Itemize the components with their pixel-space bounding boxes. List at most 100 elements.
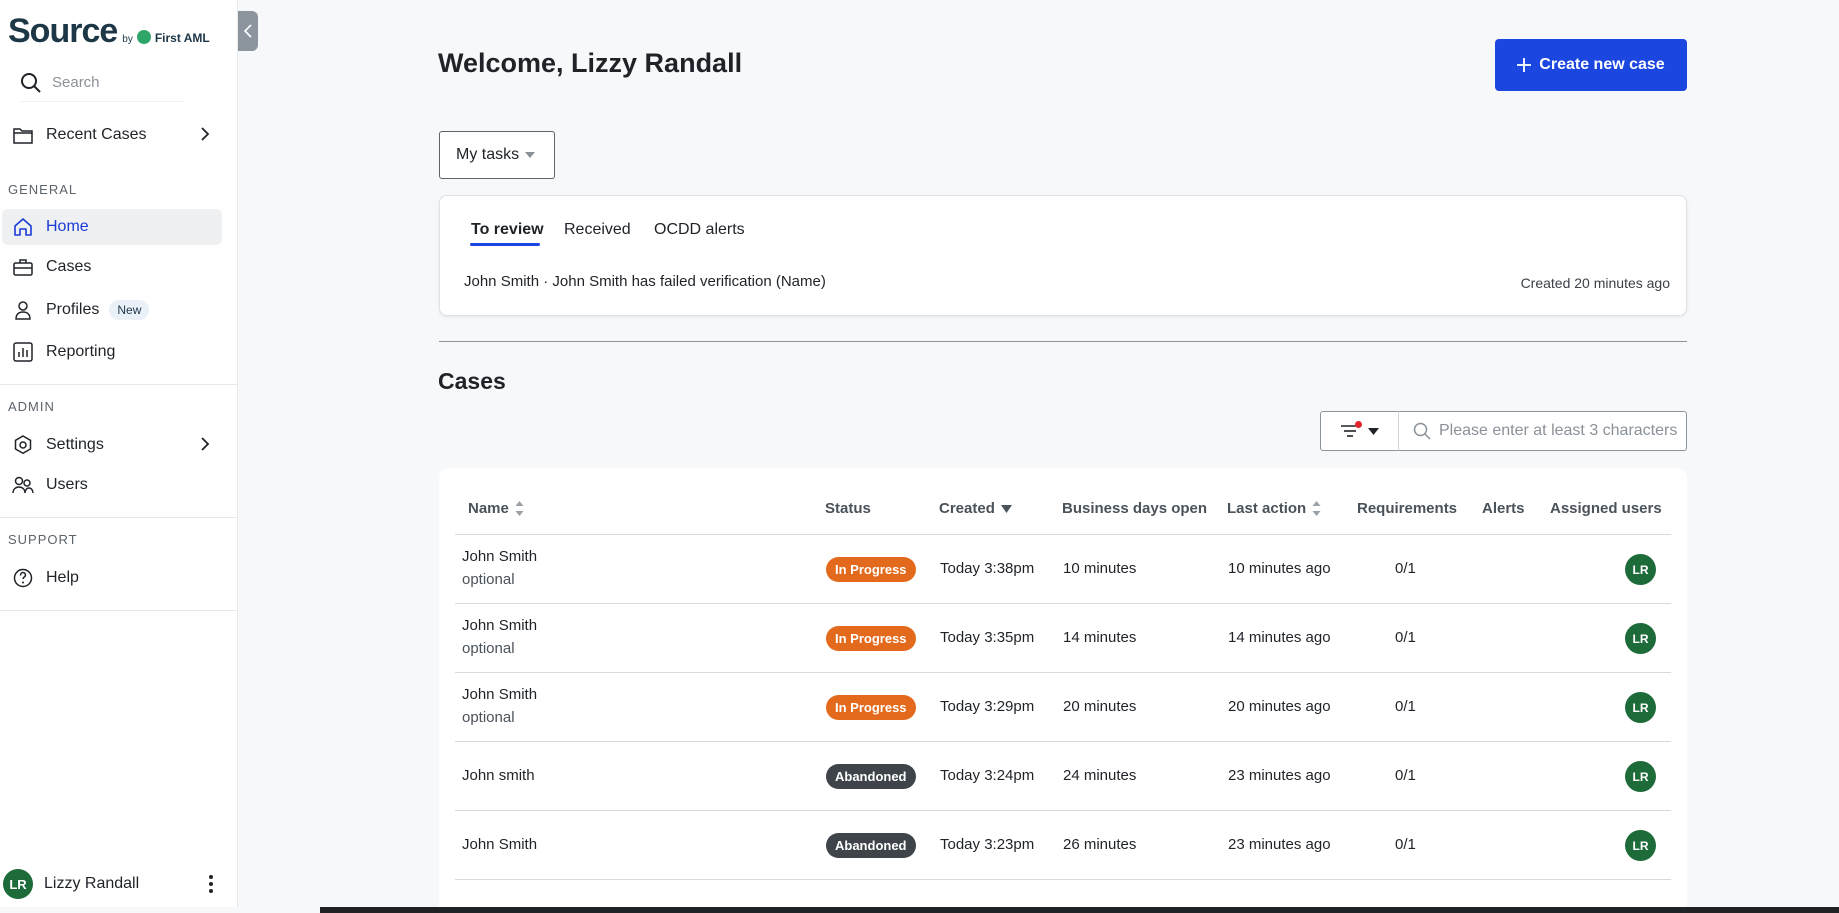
tab-received[interactable]: Received xyxy=(564,221,631,239)
cases-table: Name Status Created Business days open L… xyxy=(439,468,1687,913)
case-name[interactable]: John Smith xyxy=(462,548,537,565)
filter-active-dot xyxy=(1355,421,1362,428)
sidebar-item-label: Settings xyxy=(46,436,104,453)
sidebar-divider xyxy=(0,517,238,518)
column-header-business-days-open: Business days open xyxy=(1062,500,1207,517)
active-tab-indicator xyxy=(470,243,540,246)
section-label-admin: ADMIN xyxy=(8,399,55,414)
table-row[interactable]: John Smith optional In Progress Today 3:… xyxy=(455,535,1671,604)
task-item[interactable]: John Smith · John Smith has failed verif… xyxy=(464,273,826,290)
case-name[interactable]: John Smith xyxy=(462,836,537,853)
sidebar-item-label: Users xyxy=(46,476,88,493)
folder-icon xyxy=(12,124,34,146)
case-requirements: 0/1 xyxy=(1395,836,1416,853)
gear-icon xyxy=(12,434,34,456)
case-requirements: 0/1 xyxy=(1395,698,1416,715)
filter-button[interactable] xyxy=(1320,411,1399,451)
users-icon xyxy=(12,474,34,496)
case-name[interactable]: John Smith xyxy=(462,686,537,703)
user-name: Lizzy Randall xyxy=(44,875,140,892)
case-name[interactable]: John smith xyxy=(462,767,535,784)
sidebar-item-label: Profiles xyxy=(46,301,100,318)
case-days-open: 14 minutes xyxy=(1063,629,1137,646)
column-header-created[interactable]: Created xyxy=(939,500,1012,517)
page-title: Welcome, Lizzy Randall xyxy=(438,48,743,78)
table-row[interactable]: John Smith Abandoned Today 3:23pm 26 min… xyxy=(455,811,1671,880)
current-user[interactable]: LR Lizzy Randall xyxy=(3,868,223,900)
task-name: John Smith xyxy=(464,273,540,290)
column-header-label: Assigned users xyxy=(1550,500,1662,517)
cases-search-input[interactable] xyxy=(1439,422,1684,440)
sidebar-collapse-button[interactable] xyxy=(238,11,258,51)
case-days-open: 24 minutes xyxy=(1063,767,1137,784)
status-badge: In Progress xyxy=(826,557,916,582)
sidebar-item-label: Cases xyxy=(46,258,92,275)
report-chart-icon xyxy=(12,341,34,363)
chevron-left-icon xyxy=(244,24,252,38)
sidebar-divider xyxy=(0,384,238,385)
case-created: Today 3:35pm xyxy=(940,629,1035,646)
sort-icon xyxy=(1312,501,1321,516)
status-badge: Abandoned xyxy=(826,764,916,789)
home-icon xyxy=(12,216,34,238)
tab-ocdd-alerts[interactable]: OCDD alerts xyxy=(654,221,745,239)
table-row[interactable]: John smith Abandoned Today 3:24pm 24 min… xyxy=(455,742,1671,811)
caret-down-icon xyxy=(1368,427,1379,435)
sidebar-search[interactable] xyxy=(20,64,185,102)
search-icon xyxy=(21,72,41,93)
sort-icon xyxy=(515,501,524,516)
case-subtitle: optional xyxy=(462,571,515,588)
logo-source: Source xyxy=(8,12,118,50)
sidebar-item-reporting[interactable]: Reporting xyxy=(2,334,222,370)
chevron-right-icon xyxy=(200,436,210,457)
case-subtitle: optional xyxy=(462,709,515,726)
sidebar-item-cases[interactable]: Cases xyxy=(2,249,222,285)
tab-to-review[interactable]: To review xyxy=(471,221,544,239)
avatar: LR xyxy=(1625,623,1656,654)
briefcase-icon xyxy=(12,256,34,278)
chevron-right-icon xyxy=(200,126,210,147)
case-name[interactable]: John Smith xyxy=(462,617,537,634)
task-message: John Smith has failed verification (Name… xyxy=(552,273,826,290)
my-tasks-dropdown[interactable]: My tasks xyxy=(439,131,555,179)
sidebar-item-recent-cases[interactable]: Recent Cases xyxy=(2,117,222,153)
avatar: LR xyxy=(1625,830,1656,861)
column-header-alerts: Alerts xyxy=(1482,500,1525,517)
first-aml-logo-icon xyxy=(136,30,151,44)
create-new-case-button[interactable]: Create new case xyxy=(1495,39,1687,91)
cases-search[interactable] xyxy=(1398,411,1687,451)
sidebar-search-input[interactable] xyxy=(52,74,182,91)
case-last-action: 20 minutes ago xyxy=(1228,698,1331,715)
case-requirements: 0/1 xyxy=(1395,767,1416,784)
help-circle-icon xyxy=(12,567,34,589)
column-header-name[interactable]: Name xyxy=(468,500,524,517)
sidebar-item-profiles[interactable]: Profiles New xyxy=(2,292,222,328)
sidebar-item-label: Reporting xyxy=(46,343,116,360)
table-row[interactable]: John Smith optional In Progress Today 3:… xyxy=(455,604,1671,673)
column-header-label: Requirements xyxy=(1357,500,1458,517)
status-badge: In Progress xyxy=(826,695,916,720)
sidebar-item-label: Home xyxy=(46,218,89,235)
avatar: LR xyxy=(3,869,33,899)
sidebar-item-home[interactable]: Home xyxy=(2,209,222,245)
case-requirements: 0/1 xyxy=(1395,560,1416,577)
case-requirements: 0/1 xyxy=(1395,629,1416,646)
sidebar-item-label: Help xyxy=(46,569,79,586)
caret-down-icon xyxy=(525,152,536,158)
task-created-time: Created 20 minutes ago xyxy=(1520,275,1670,291)
column-header-requirements: Requirements xyxy=(1357,500,1457,517)
kebab-menu-icon[interactable] xyxy=(201,872,221,896)
column-header-last-action[interactable]: Last action xyxy=(1227,500,1321,517)
cases-title: Cases xyxy=(438,368,506,394)
plus-icon xyxy=(1517,58,1532,72)
sidebar-item-settings[interactable]: Settings xyxy=(2,427,222,463)
sidebar-item-help[interactable]: Help xyxy=(2,560,222,596)
avatar: LR xyxy=(1625,761,1656,792)
table-row[interactable]: John Smith optional In Progress Today 3:… xyxy=(455,673,1671,742)
case-last-action: 23 minutes ago xyxy=(1228,836,1331,853)
case-last-action: 23 minutes ago xyxy=(1228,767,1331,784)
tasks-card: To review Received OCDD alerts John Smit… xyxy=(439,195,1687,316)
sort-desc-icon xyxy=(1000,504,1012,513)
case-created: Today 3:23pm xyxy=(940,836,1035,853)
sidebar-item-users[interactable]: Users xyxy=(2,467,222,503)
